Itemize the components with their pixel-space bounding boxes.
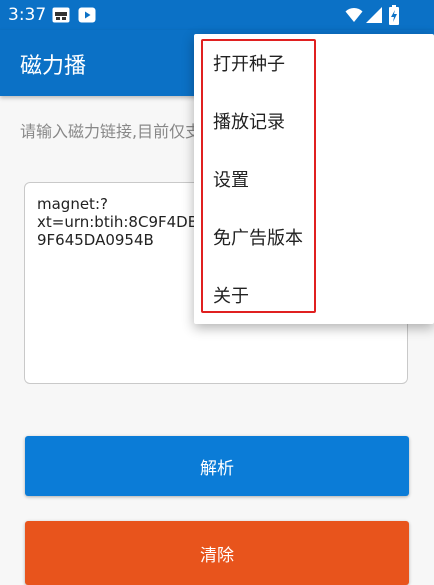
menu-item-label: 设置	[213, 170, 249, 191]
battery-charging-icon	[389, 5, 399, 25]
status-bar: 3:37	[0, 0, 434, 30]
wifi-icon	[345, 7, 363, 22]
menu-item-label: 免广告版本	[213, 228, 303, 249]
parse-button[interactable]: 解析	[25, 436, 409, 496]
youtube-icon	[78, 7, 96, 23]
menu-item-open-torrent[interactable]: 打开种子	[194, 34, 434, 92]
overflow-menu: 打开种子 播放记录 设置 免广告版本 关于	[194, 34, 434, 324]
menu-item-settings[interactable]: 设置	[194, 150, 434, 208]
status-time: 3:37	[8, 5, 47, 25]
clear-button-label: 清除	[200, 545, 234, 566]
app-screen: 3:37 磁力播 请输入磁力链接,目前仅支 magnet:? xt=urn:bt…	[0, 0, 434, 585]
parse-button-label: 解析	[200, 458, 234, 479]
menu-item-play-history[interactable]: 播放记录	[194, 92, 434, 150]
app-title: 磁力播	[20, 54, 87, 79]
cell-signal-icon	[366, 7, 382, 23]
clear-button[interactable]: 清除	[25, 521, 409, 585]
menu-item-about[interactable]: 关于	[194, 266, 434, 324]
app-notification-icon	[52, 7, 70, 23]
menu-item-ad-free-version[interactable]: 免广告版本	[194, 208, 434, 266]
menu-item-label: 打开种子	[213, 54, 285, 75]
menu-item-label: 关于	[213, 286, 249, 307]
input-hint-text: 请输入磁力链接,目前仅支	[20, 122, 202, 141]
menu-item-label: 播放记录	[213, 112, 285, 133]
